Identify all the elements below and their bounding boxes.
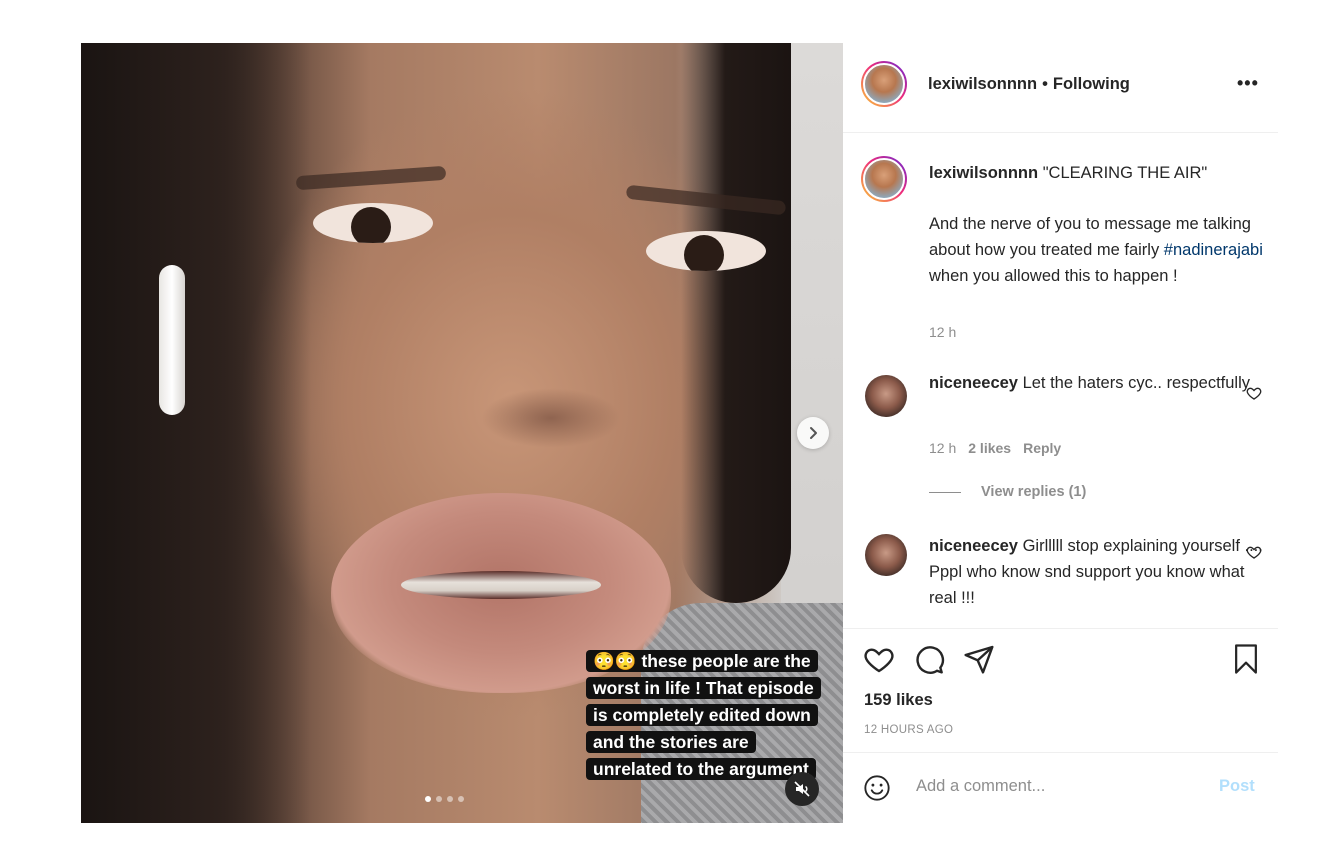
like-heart-icon[interactable] — [863, 643, 895, 675]
eyebrow-left — [295, 165, 447, 191]
caption-time[interactable]: 12 h — [929, 324, 956, 340]
view-replies-line — [929, 491, 961, 493]
carousel-dot — [447, 796, 453, 802]
header-separator: • — [1042, 75, 1048, 93]
comment-body: Let the haters cyc.. respectfully — [1022, 374, 1251, 392]
commenter-avatar[interactable] — [865, 534, 907, 576]
comment-text: niceneecey Girlllll stop explaining your… — [929, 533, 1269, 611]
add-comment-bar: Add a comment... Post — [843, 752, 1278, 820]
emoji-smiley-icon[interactable] — [863, 774, 891, 802]
comment-reply-button[interactable]: Reply — [1023, 440, 1061, 456]
carousel-dot-active — [425, 796, 431, 802]
comment-username[interactable]: niceneecey — [929, 374, 1018, 392]
author-avatar[interactable] — [861, 61, 907, 107]
more-options-button[interactable]: ••• — [1237, 73, 1259, 94]
story-caption-text: 😳😳 these people are the worst in life ! … — [586, 650, 821, 780]
speaker-muted-icon — [794, 781, 810, 797]
comment-likes[interactable]: 2 likes — [968, 440, 1011, 456]
eye-left — [313, 203, 433, 243]
caption-hashtag-link[interactable]: #nadinerajabi — [1164, 241, 1263, 259]
view-replies-button[interactable]: View replies (1) — [929, 484, 1086, 500]
view-replies-label: View replies (1) — [981, 484, 1087, 500]
add-comment-input[interactable]: Add a comment... — [916, 777, 1045, 796]
hair-right — [681, 43, 791, 603]
caption-body: And the nerve of you to message me talki… — [929, 211, 1269, 289]
author-username[interactable]: lexiwilsonnnn — [928, 75, 1037, 93]
post-timestamp[interactable]: 12 HOURS AGO — [864, 724, 953, 736]
commenter-avatar[interactable] — [865, 375, 907, 417]
carousel-indicator — [425, 796, 464, 802]
post-actions: 159 likes 12 HOURS AGO Add a comment... … — [843, 628, 1278, 801]
heart-icon[interactable] — [1246, 385, 1262, 401]
story-caption: 😳😳 these people are the worst in life ! … — [586, 648, 822, 783]
post-media[interactable]: 😳😳 these people are the worst in life ! … — [81, 43, 843, 823]
caption-username[interactable]: lexiwilsonnnn — [929, 164, 1038, 182]
caption-text: lexiwilsonnnn "CLEARING THE AIR" — [929, 160, 1269, 186]
heart-icon[interactable] — [1246, 544, 1262, 560]
bookmark-icon[interactable] — [1231, 643, 1261, 675]
comment-time[interactable]: 12 h — [929, 440, 956, 456]
caption-body-after: when you allowed this to happen ! — [929, 267, 1178, 285]
post-comment-button[interactable]: Post — [1219, 777, 1255, 796]
more-options-icon: ••• — [1237, 73, 1259, 93]
post-side-panel: lexiwilsonnnn • Following ••• lexiwilsonnn… — [843, 43, 1278, 823]
carousel-dot — [436, 796, 442, 802]
comment-meta: 12 h 2 likes Reply — [929, 440, 1061, 456]
earbud — [159, 265, 185, 415]
mute-toggle-button[interactable] — [785, 772, 819, 806]
caption-title: "CLEARING THE AIR" — [1042, 164, 1208, 182]
carousel-dot — [458, 796, 464, 802]
share-paper-plane-icon[interactable] — [963, 643, 995, 675]
caption-author-avatar[interactable] — [861, 156, 907, 202]
carousel-next-button[interactable] — [797, 417, 829, 449]
post-header: lexiwilsonnnn • Following ••• — [843, 43, 1278, 133]
eye-right — [646, 231, 766, 271]
comment-bubble-icon[interactable] — [913, 643, 945, 675]
follow-status-button[interactable]: Following — [1053, 75, 1130, 93]
hair-left — [81, 43, 311, 823]
mouth — [401, 571, 601, 599]
comment-username[interactable]: niceneecey — [929, 537, 1018, 555]
chevron-right-icon — [810, 427, 817, 439]
header-user-line: lexiwilsonnnn • Following — [928, 75, 1130, 94]
likes-count[interactable]: 159 likes — [864, 691, 933, 710]
action-icons — [863, 643, 995, 675]
comment-text: niceneecey Let the haters cyc.. respectf… — [929, 370, 1269, 396]
nose — [481, 388, 621, 448]
